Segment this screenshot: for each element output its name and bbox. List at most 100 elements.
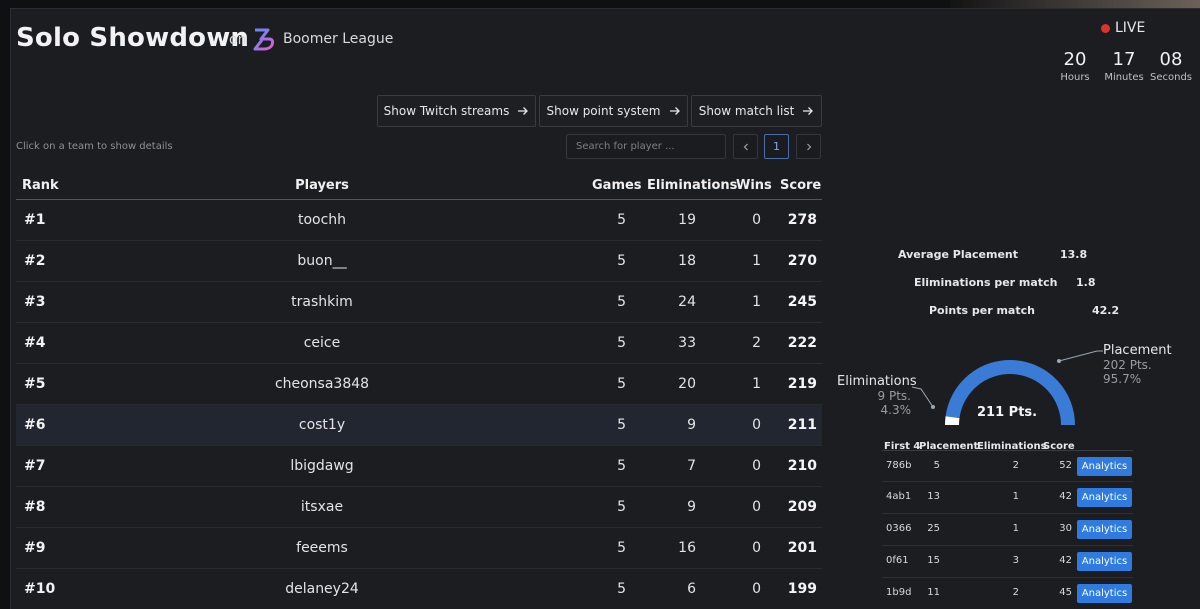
cell-rank: #4 bbox=[24, 335, 46, 351]
league-logo-icon bbox=[253, 28, 275, 51]
eliminations-points: 9 Pts. bbox=[877, 389, 911, 403]
avg-placement-value: 13.8 bbox=[1060, 248, 1088, 261]
match-row: 4ab1 13 1 42 Analytics bbox=[882, 482, 1133, 514]
cell-games: 5 bbox=[617, 253, 626, 269]
cell-wins: 1 bbox=[752, 376, 761, 392]
table-row[interactable]: #6 cost1y 5 9 0 211 bbox=[16, 405, 822, 446]
col-rank: Rank bbox=[22, 178, 59, 193]
top-edge bbox=[950, 0, 1200, 8]
cell-player: lbigdawg bbox=[290, 458, 354, 474]
table-row[interactable]: #2 buon__ 5 18 1 270 bbox=[16, 241, 822, 282]
cell-score: 270 bbox=[787, 253, 817, 269]
cell-score: 211 bbox=[787, 417, 817, 433]
next-page-button[interactable] bbox=[796, 134, 821, 159]
cell-games: 5 bbox=[617, 581, 626, 597]
cell-rank: #3 bbox=[24, 294, 46, 310]
points-per-match-value: 42.2 bbox=[1092, 304, 1120, 317]
match-cell-eliminations: 1 bbox=[1012, 523, 1019, 534]
analytics-button[interactable]: Analytics bbox=[1077, 488, 1132, 507]
cell-rank: #2 bbox=[24, 253, 46, 269]
points-per-match-label: Points per match bbox=[929, 304, 1035, 317]
cell-rank: #9 bbox=[24, 540, 46, 556]
match-cell-first4: 786b bbox=[886, 460, 912, 471]
on-label: on bbox=[229, 32, 247, 48]
cell-games: 5 bbox=[617, 417, 626, 433]
cell-eliminations: 6 bbox=[687, 581, 696, 597]
arrow-right-icon bbox=[803, 107, 814, 115]
show-twitch-streams-button[interactable]: Show Twitch streams bbox=[377, 95, 536, 127]
cell-games: 5 bbox=[617, 212, 626, 228]
match-row: 1b9d 11 2 45 Analytics bbox=[882, 578, 1133, 609]
match-cell-placement: 11 bbox=[927, 587, 940, 598]
elims-per-match-label: Eliminations per match bbox=[914, 276, 1058, 289]
cell-rank: #5 bbox=[24, 376, 46, 392]
cell-player: toochh bbox=[297, 212, 347, 228]
cell-score: 219 bbox=[787, 376, 817, 392]
match-cell-score: 52 bbox=[1059, 460, 1072, 471]
prev-page-button[interactable] bbox=[733, 134, 758, 159]
cell-player: buon__ bbox=[297, 253, 347, 269]
player-search-input[interactable] bbox=[566, 134, 726, 159]
match-cell-score: 42 bbox=[1059, 491, 1072, 502]
cell-eliminations: 9 bbox=[687, 499, 696, 515]
table-row[interactable]: #8 itsxae 5 9 0 209 bbox=[16, 487, 822, 528]
cell-player: ceice bbox=[303, 335, 341, 351]
arrow-right-icon bbox=[669, 107, 680, 115]
show-point-system-button[interactable]: Show point system bbox=[539, 95, 688, 127]
gauge-eliminations-arc bbox=[945, 416, 960, 425]
cell-wins: 0 bbox=[752, 499, 761, 515]
table-row[interactable]: #9 feeems 5 16 0 201 bbox=[16, 528, 822, 569]
show-match-list-button[interactable]: Show match list bbox=[691, 95, 822, 127]
analytics-button[interactable]: Analytics bbox=[1077, 552, 1132, 571]
app-panel: Solo Showdown on Boomer League LIVE 20 H… bbox=[10, 8, 1200, 609]
eliminations-label: Eliminations bbox=[837, 374, 917, 389]
col-players: Players bbox=[295, 178, 349, 193]
match-row: 786b 5 2 52 Analytics bbox=[882, 450, 1133, 482]
analytics-button[interactable]: Analytics bbox=[1077, 520, 1132, 539]
cell-player: trashkim bbox=[291, 294, 353, 310]
cell-games: 5 bbox=[617, 458, 626, 474]
table-row[interactable]: #3 trashkim 5 24 1 245 bbox=[16, 282, 822, 323]
cell-score: 210 bbox=[787, 458, 817, 474]
cell-games: 5 bbox=[617, 376, 626, 392]
placement-label: Placement bbox=[1103, 343, 1172, 358]
cell-player: cheonsa3848 bbox=[274, 376, 370, 392]
table-row[interactable]: #5 cheonsa3848 5 20 1 219 bbox=[16, 364, 822, 405]
countdown-minutes: 17 Minutes bbox=[1104, 49, 1144, 83]
cell-wins: 0 bbox=[752, 212, 761, 228]
chevron-right-icon bbox=[806, 143, 811, 150]
leaderboard-header: Rank Players Games Eliminations Wins Sco… bbox=[16, 172, 822, 200]
analytics-button[interactable]: Analytics bbox=[1077, 457, 1132, 476]
eliminations-percent: 4.3% bbox=[880, 403, 912, 417]
cell-player: cost1y bbox=[298, 417, 346, 433]
col-wins: Wins bbox=[736, 178, 772, 193]
cell-rank: #7 bbox=[24, 458, 46, 474]
cell-wins: 1 bbox=[752, 294, 761, 310]
match-cell-eliminations: 1 bbox=[1012, 491, 1019, 502]
cell-rank: #8 bbox=[24, 499, 46, 515]
cell-rank: #6 bbox=[24, 417, 46, 433]
cell-wins: 2 bbox=[752, 335, 761, 351]
table-row[interactable]: #7 lbigdawg 5 7 0 210 bbox=[16, 446, 822, 487]
chevron-left-icon bbox=[743, 143, 748, 150]
arrow-right-icon bbox=[518, 107, 529, 115]
table-row[interactable]: #1 toochh 5 19 0 278 bbox=[16, 200, 822, 241]
table-row[interactable]: #4 ceice 5 33 2 222 bbox=[16, 323, 822, 364]
page-1-button[interactable]: 1 bbox=[764, 134, 789, 159]
match-cell-placement: 25 bbox=[927, 523, 940, 534]
elims-per-match-value: 1.8 bbox=[1076, 276, 1096, 289]
match-cell-first4: 0366 bbox=[886, 523, 912, 534]
countdown-seconds: 08 Seconds bbox=[1149, 49, 1192, 83]
table-row[interactable]: #10 delaney24 5 6 0 199 bbox=[16, 569, 822, 609]
league-name-link[interactable]: Boomer League bbox=[283, 31, 393, 47]
cell-score: 245 bbox=[787, 294, 817, 310]
live-label: LIVE bbox=[1115, 20, 1146, 36]
cell-player: itsxae bbox=[300, 499, 344, 515]
match-cell-score: 45 bbox=[1059, 587, 1072, 598]
cell-eliminations: 7 bbox=[687, 458, 696, 474]
analytics-button[interactable]: Analytics bbox=[1077, 584, 1132, 603]
cell-wins: 0 bbox=[752, 417, 761, 433]
cell-wins: 0 bbox=[752, 458, 761, 474]
match-cell-eliminations: 2 bbox=[1012, 460, 1019, 471]
cell-eliminations: 18 bbox=[678, 253, 696, 269]
